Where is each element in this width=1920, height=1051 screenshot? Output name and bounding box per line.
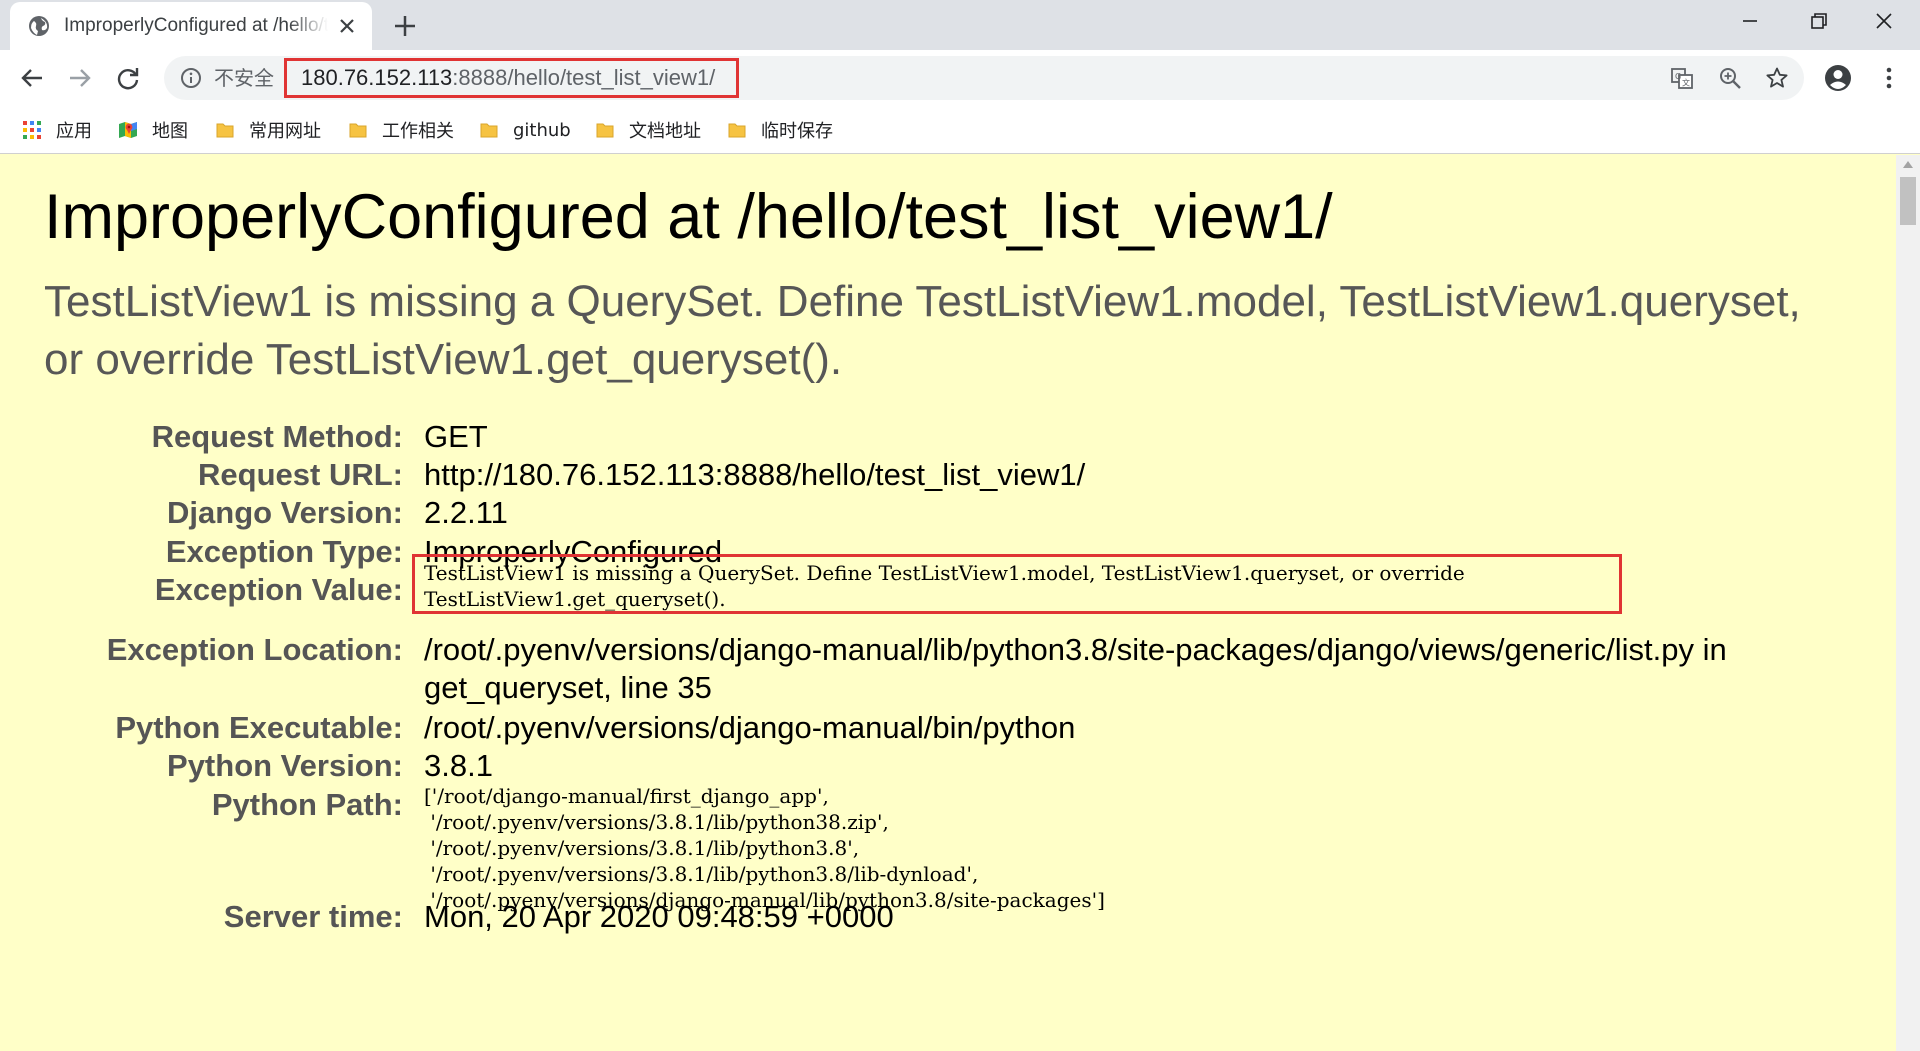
minimize-icon[interactable] xyxy=(1732,8,1768,34)
meta-value: /root/.pyenv/versions/django-manual/bin/… xyxy=(424,710,1076,745)
browser-tab[interactable]: ImproperlyConfigured at /hello/test_list… xyxy=(10,2,372,50)
meta-value: /root/.pyenv/versions/django-manual/lib/… xyxy=(424,632,1727,705)
bookmarks-bar: 应用 地图 常用网址 工作相关 github 文档地址 临时保存 xyxy=(0,106,1920,154)
bookmark-folder-work[interactable]: 工作相关 xyxy=(348,118,454,142)
url-path: :8888/hello/test_list_view1/ xyxy=(452,65,716,90)
django-error-page: ImproperlyConfigured at /hello/test_list… xyxy=(0,155,1896,1051)
reload-icon[interactable] xyxy=(113,63,143,93)
folder-icon xyxy=(480,123,498,138)
bookmark-label: 工作相关 xyxy=(382,121,454,142)
bookmark-label: github xyxy=(513,119,571,141)
meta-label: Python Path: xyxy=(211,787,403,822)
close-icon[interactable] xyxy=(336,15,358,37)
folder-icon xyxy=(596,123,614,138)
meta-label: Request Method: xyxy=(151,419,403,454)
bookmark-maps[interactable]: 地图 xyxy=(118,118,188,142)
python-path-list: ['/root/django-manual/first_django_app',… xyxy=(424,784,1105,912)
meta-label: Exception Value: xyxy=(154,572,403,607)
bookmark-folder-docs[interactable]: 文档地址 xyxy=(595,118,701,142)
forward-arrow-icon[interactable] xyxy=(65,63,95,93)
tab-title: ImproperlyConfigured at /hello/test_list… xyxy=(64,15,328,36)
bookmark-star-icon[interactable] xyxy=(1765,66,1789,90)
browser-toolbar: 不安全 180.76.152.113:8888/hello/test_list_… xyxy=(0,50,1920,106)
exception-value: TestListView1 is missing a QuerySet. Def… xyxy=(424,561,1465,611)
restore-icon[interactable] xyxy=(1800,8,1836,34)
page-scrollbar[interactable] xyxy=(1896,155,1920,1051)
address-bar[interactable]: 不安全 180.76.152.113:8888/hello/test_list_… xyxy=(164,56,1804,100)
meta-label: Python Executable: xyxy=(115,710,403,745)
info-icon[interactable] xyxy=(180,67,202,89)
meta-value: 3.8.1 xyxy=(424,748,493,783)
tab-strip: ImproperlyConfigured at /hello/test_list… xyxy=(0,0,1920,50)
svg-text:G: G xyxy=(1675,72,1681,81)
folder-icon xyxy=(349,123,367,138)
new-tab-plus-icon[interactable] xyxy=(392,13,418,39)
translate-icon[interactable]: G 文 xyxy=(1670,66,1694,90)
exception-value-highlighted: TestListView1 is missing a QuerySet. Def… xyxy=(412,554,1622,614)
meta-value: http://180.76.152.113:8888/hello/test_li… xyxy=(424,457,1086,492)
folder-icon xyxy=(216,123,234,138)
meta-label: Exception Location: xyxy=(106,632,403,667)
apps-grid-icon xyxy=(23,121,41,139)
meta-label: Exception Type: xyxy=(165,534,403,569)
zoom-icon[interactable] xyxy=(1718,66,1742,90)
window-close-icon[interactable] xyxy=(1866,8,1902,34)
meta-value: 2.2.11 xyxy=(424,495,508,530)
bookmark-folder-github[interactable]: github xyxy=(479,118,571,142)
folder-icon xyxy=(728,123,746,138)
scroll-up-arrow-icon[interactable] xyxy=(1902,159,1914,169)
error-summary: TestListView1 is missing a QuerySet. Def… xyxy=(44,277,1801,384)
meta-value: Mon, 20 Apr 2020 09:48:59 +0000 xyxy=(424,899,894,934)
meta-label: Django Version: xyxy=(167,495,403,530)
back-arrow-icon[interactable] xyxy=(17,63,47,93)
page-title: ImproperlyConfigured at /hello/test_list… xyxy=(44,182,1333,252)
bookmark-label: 应用 xyxy=(56,121,92,142)
meta-label: Request URL: xyxy=(198,457,403,492)
bookmark-apps[interactable]: 应用 xyxy=(22,118,92,142)
bookmark-folder-common-sites[interactable]: 常用网址 xyxy=(215,118,321,142)
more-menu-icon[interactable] xyxy=(1874,63,1904,93)
profile-avatar-icon[interactable] xyxy=(1823,63,1853,93)
meta-label: Server time: xyxy=(223,899,403,934)
bookmark-label: 临时保存 xyxy=(761,121,833,142)
scrollbar-thumb[interactable] xyxy=(1900,177,1916,225)
bookmark-label: 文档地址 xyxy=(629,121,701,142)
security-label[interactable]: 不安全 xyxy=(214,67,274,89)
svg-text:文: 文 xyxy=(1682,78,1690,88)
bookmark-folder-temp[interactable]: 临时保存 xyxy=(727,118,833,142)
globe-icon xyxy=(29,16,49,36)
url-text-highlighted[interactable]: 180.76.152.113:8888/hello/test_list_view… xyxy=(284,58,739,98)
meta-label: Python Version: xyxy=(167,748,403,783)
bookmark-label: 地图 xyxy=(152,121,188,142)
url-host: 180.76.152.113 xyxy=(301,65,453,90)
bookmark-label: 常用网址 xyxy=(249,121,321,142)
maps-icon xyxy=(119,122,137,138)
meta-value: GET xyxy=(424,419,488,454)
